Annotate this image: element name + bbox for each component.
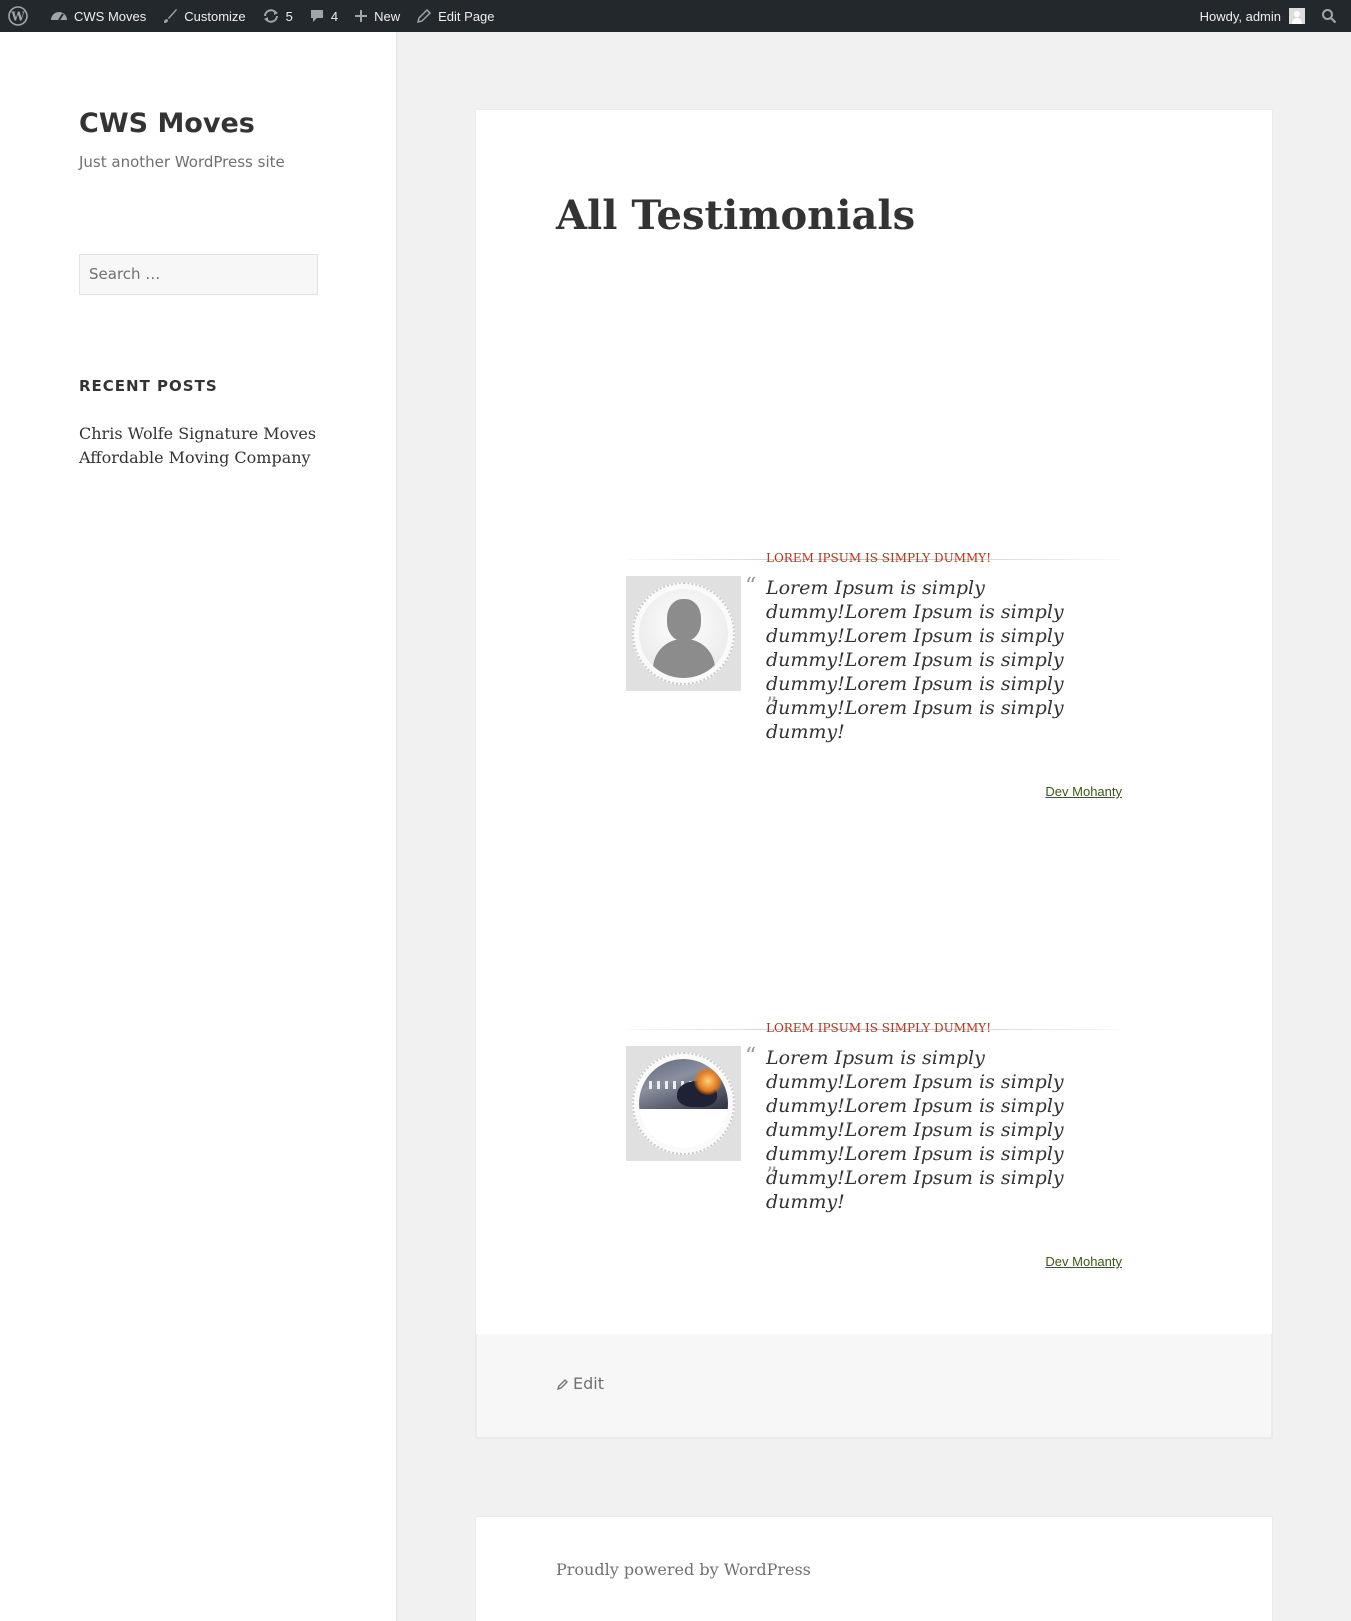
pencil-icon — [417, 8, 432, 24]
avatar — [1289, 8, 1305, 24]
testimonial-heading: LOREM IPSUM IS SIMPLY DUMMY! — [766, 551, 992, 565]
testimonial-quote: Lorem Ipsum is simply dummy!Lorem Ipsum … — [766, 1047, 1064, 1213]
howdy-label: Howdy, admin — [1199, 8, 1281, 24]
svg-text:W: W — [10, 10, 25, 24]
customize-label: Customize — [184, 8, 246, 24]
dashboard-icon — [51, 12, 67, 21]
my-account-menu[interactable]: Howdy, admin — [1192, 0, 1313, 32]
site-title[interactable]: CWS Moves — [79, 108, 255, 139]
wordpress-logo-menu[interactable]: W — [0, 0, 42, 32]
testimonial: LOREM IPSUM IS SIMPLY DUMMY! “ Lorem Ips… — [626, 1020, 1122, 1269]
site-name-label: CWS Moves — [74, 8, 147, 24]
new-content-menu[interactable]: New — [346, 0, 408, 32]
adminbar-search[interactable] — [1313, 0, 1351, 32]
pencil-icon — [557, 1378, 568, 1390]
default-avatar-icon — [639, 589, 728, 678]
site-footer: Proudly powered by WordPress — [476, 1517, 1272, 1621]
open-quote-icon: “ — [745, 1044, 757, 1069]
page-content: All Testimonials LOREM IPSUM IS SIMPLY D… — [476, 110, 1272, 1438]
wordpress-icon: W — [8, 6, 28, 26]
testimonial-author-link[interactable]: Dev Mohanty — [1045, 1254, 1122, 1269]
new-label: New — [374, 8, 401, 24]
admin-bar: W CWS Moves Customize 5 4 New Edit Page … — [0, 0, 1351, 32]
testimonial-header: LOREM IPSUM IS SIMPLY DUMMY! — [626, 1020, 1122, 1040]
updates-link[interactable]: 5 — [254, 0, 301, 32]
updates-count: 5 — [285, 8, 293, 24]
close-quote-icon: ” — [766, 694, 778, 719]
recent-post-link[interactable]: Chris Wolfe Signature Moves — [79, 422, 316, 446]
customize-link[interactable]: Customize — [154, 0, 253, 32]
sidebar: CWS Moves Just another WordPress site Se… — [0, 32, 397, 1621]
testimonial-body: “ Lorem Ipsum is simply dummy!Lorem Ipsu… — [626, 1044, 1122, 1269]
testimonial-quote: Lorem Ipsum is simply dummy!Lorem Ipsum … — [766, 577, 1064, 743]
entry-footer: Edit — [476, 1334, 1272, 1438]
search-input[interactable]: Search … — [79, 254, 318, 295]
testimonial-photo — [626, 576, 741, 691]
close-quote-icon: ” — [766, 1164, 778, 1189]
open-quote-icon: “ — [745, 574, 757, 599]
site-name-menu[interactable]: CWS Moves — [42, 0, 154, 32]
comment-bubble-icon — [310, 10, 323, 22]
comments-link[interactable]: 4 — [301, 0, 346, 32]
chess-fire-image — [639, 1059, 728, 1148]
testimonial-body: “ Lorem Ipsum is simply dummy!Lorem Ipsu… — [626, 574, 1122, 799]
recent-post-link[interactable]: Affordable Moving Company — [79, 446, 316, 470]
page-title: All Testimonials — [556, 192, 916, 239]
testimonial-photo — [626, 1046, 741, 1161]
edit-link[interactable]: Edit — [557, 1374, 604, 1393]
edit-label: Edit — [573, 1374, 604, 1393]
updates-icon — [263, 9, 278, 23]
testimonial-heading: LOREM IPSUM IS SIMPLY DUMMY! — [766, 1021, 992, 1035]
comments-count: 4 — [330, 8, 339, 24]
testimonial: LOREM IPSUM IS SIMPLY DUMMY! “ Lorem Ips… — [626, 550, 1122, 799]
testimonial-header: LOREM IPSUM IS SIMPLY DUMMY! — [626, 550, 1122, 570]
edit-page-link[interactable]: Edit Page — [408, 0, 502, 32]
search-icon — [1322, 9, 1337, 24]
site-description: Just another WordPress site — [79, 153, 285, 171]
recent-posts-heading: RECENT POSTS — [79, 377, 218, 395]
testimonial-author-link[interactable]: Dev Mohanty — [1045, 784, 1122, 799]
recent-posts-list: Chris Wolfe Signature Moves Affordable M… — [79, 422, 316, 470]
powered-by-link[interactable]: Proudly powered by WordPress — [556, 1560, 811, 1579]
plus-icon — [355, 10, 368, 22]
edit-page-label: Edit Page — [438, 8, 495, 24]
paintbrush-icon — [164, 9, 178, 23]
